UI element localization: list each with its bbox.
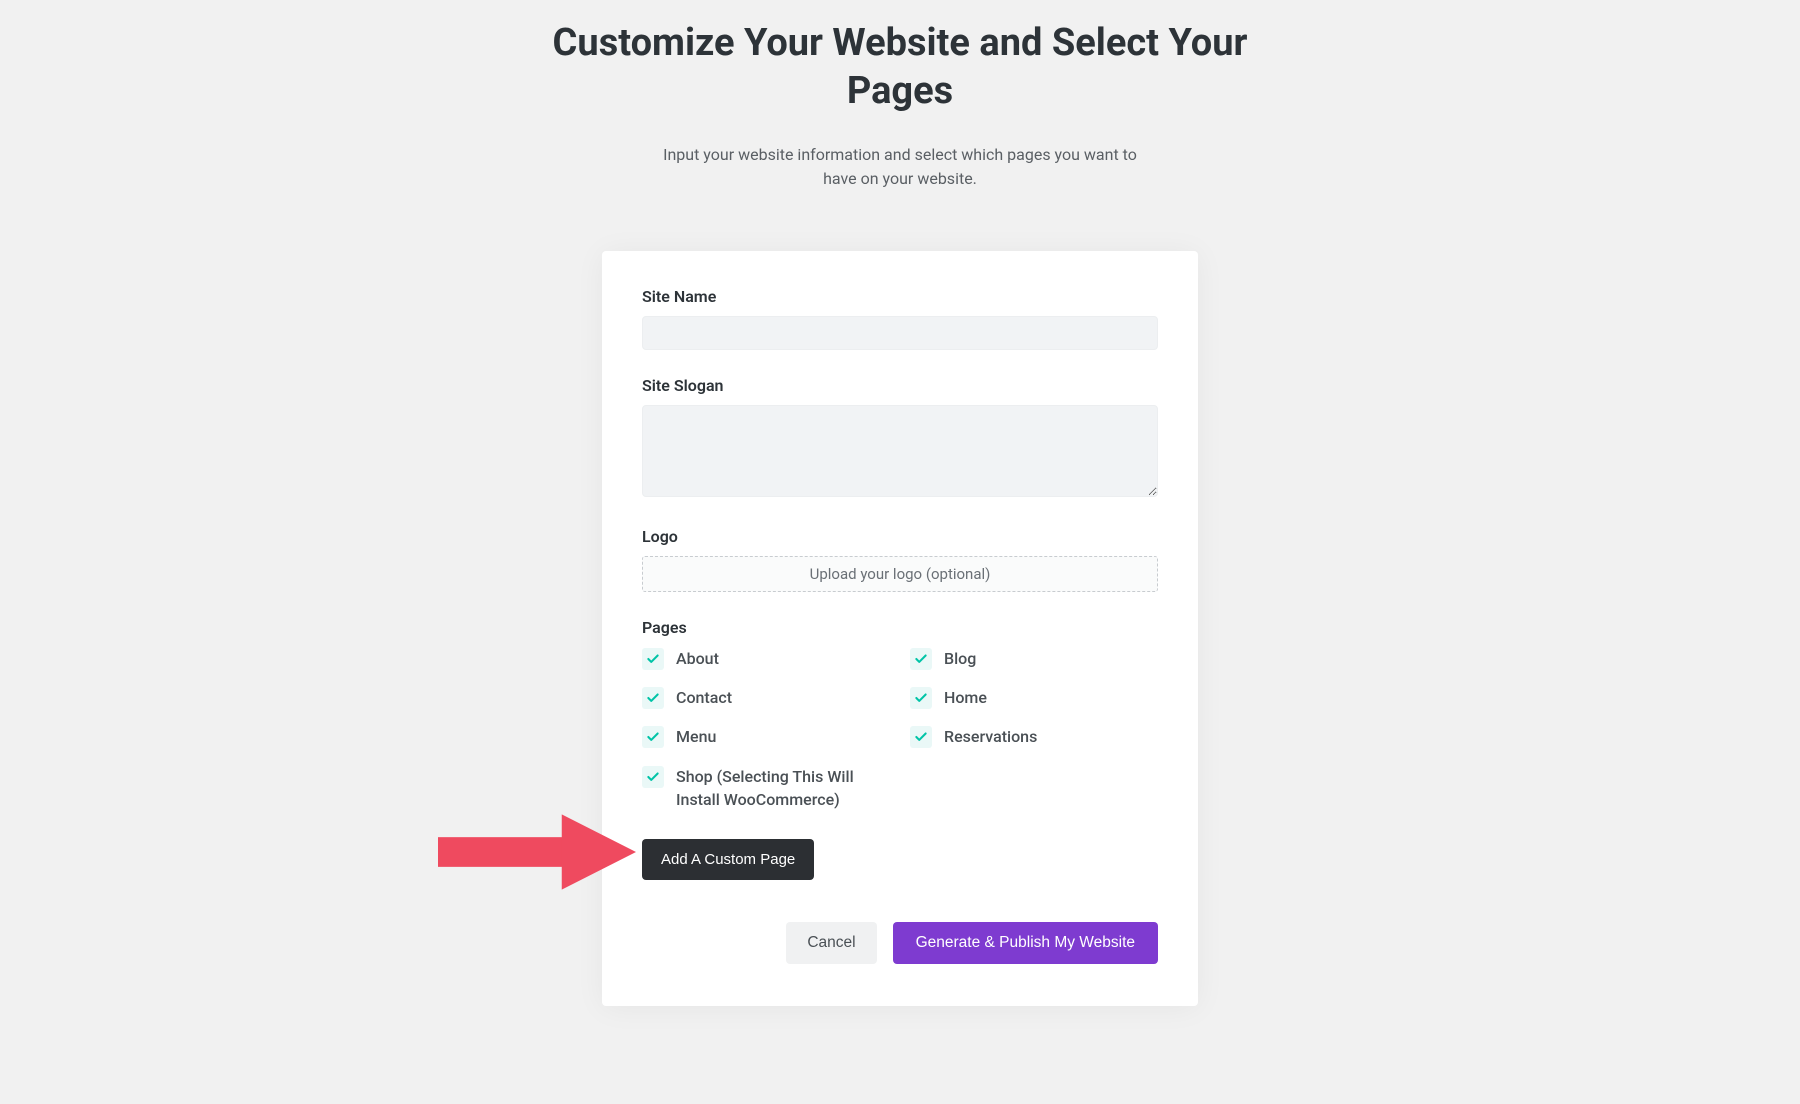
page-option-label: Contact (676, 686, 732, 709)
check-icon (646, 691, 660, 705)
logo-upload-text: Upload your logo (optional) (810, 565, 991, 583)
site-slogan-group: Site Slogan (642, 376, 1158, 501)
page-option-label: Shop (Selecting This Will Install WooCom… (676, 765, 890, 811)
check-icon (914, 652, 928, 666)
checkbox-about[interactable] (642, 648, 664, 670)
page-option-blog[interactable]: Blog (910, 647, 1158, 670)
check-icon (646, 730, 660, 744)
page-option-label: Reservations (944, 725, 1037, 748)
checkbox-reservations[interactable] (910, 726, 932, 748)
checkbox-shop[interactable] (642, 766, 664, 788)
checkbox-blog[interactable] (910, 648, 932, 670)
pages-group: Pages About Blog (642, 618, 1158, 811)
site-name-label: Site Name (642, 287, 1158, 306)
check-icon (646, 770, 660, 784)
page-title: Customize Your Website and Select Your P… (550, 20, 1250, 115)
site-slogan-input[interactable] (642, 405, 1158, 497)
page-option-label: Menu (676, 725, 716, 748)
cancel-button[interactable]: Cancel (786, 922, 876, 964)
site-slogan-label: Site Slogan (642, 376, 1158, 395)
pages-grid: About Blog Contact (642, 647, 1158, 811)
page-container: Customize Your Website and Select Your P… (0, 0, 1800, 1006)
check-icon (914, 691, 928, 705)
check-icon (646, 652, 660, 666)
logo-label: Logo (642, 527, 1158, 546)
actions-row: Cancel Generate & Publish My Website (642, 922, 1158, 964)
page-option-shop[interactable]: Shop (Selecting This Will Install WooCom… (642, 765, 890, 811)
page-option-reservations[interactable]: Reservations (910, 725, 1158, 748)
page-option-label: About (676, 647, 719, 670)
checkbox-contact[interactable] (642, 687, 664, 709)
page-option-about[interactable]: About (642, 647, 890, 670)
form-card: Site Name Site Slogan Logo Upload your l… (602, 251, 1198, 1006)
page-option-contact[interactable]: Contact (642, 686, 890, 709)
page-option-label: Blog (944, 647, 976, 670)
generate-publish-button[interactable]: Generate & Publish My Website (893, 922, 1158, 964)
logo-upload-box[interactable]: Upload your logo (optional) (642, 556, 1158, 592)
page-option-label: Home (944, 686, 987, 709)
pages-label: Pages (642, 618, 1158, 637)
page-option-home[interactable]: Home (910, 686, 1158, 709)
check-icon (914, 730, 928, 744)
site-name-group: Site Name (642, 287, 1158, 350)
logo-group: Logo Upload your logo (optional) (642, 527, 1158, 592)
checkbox-menu[interactable] (642, 726, 664, 748)
checkbox-home[interactable] (910, 687, 932, 709)
page-option-menu[interactable]: Menu (642, 725, 890, 748)
add-custom-page-button[interactable]: Add A Custom Page (642, 839, 814, 880)
site-name-input[interactable] (642, 316, 1158, 350)
page-subtitle: Input your website information and selec… (650, 143, 1150, 191)
